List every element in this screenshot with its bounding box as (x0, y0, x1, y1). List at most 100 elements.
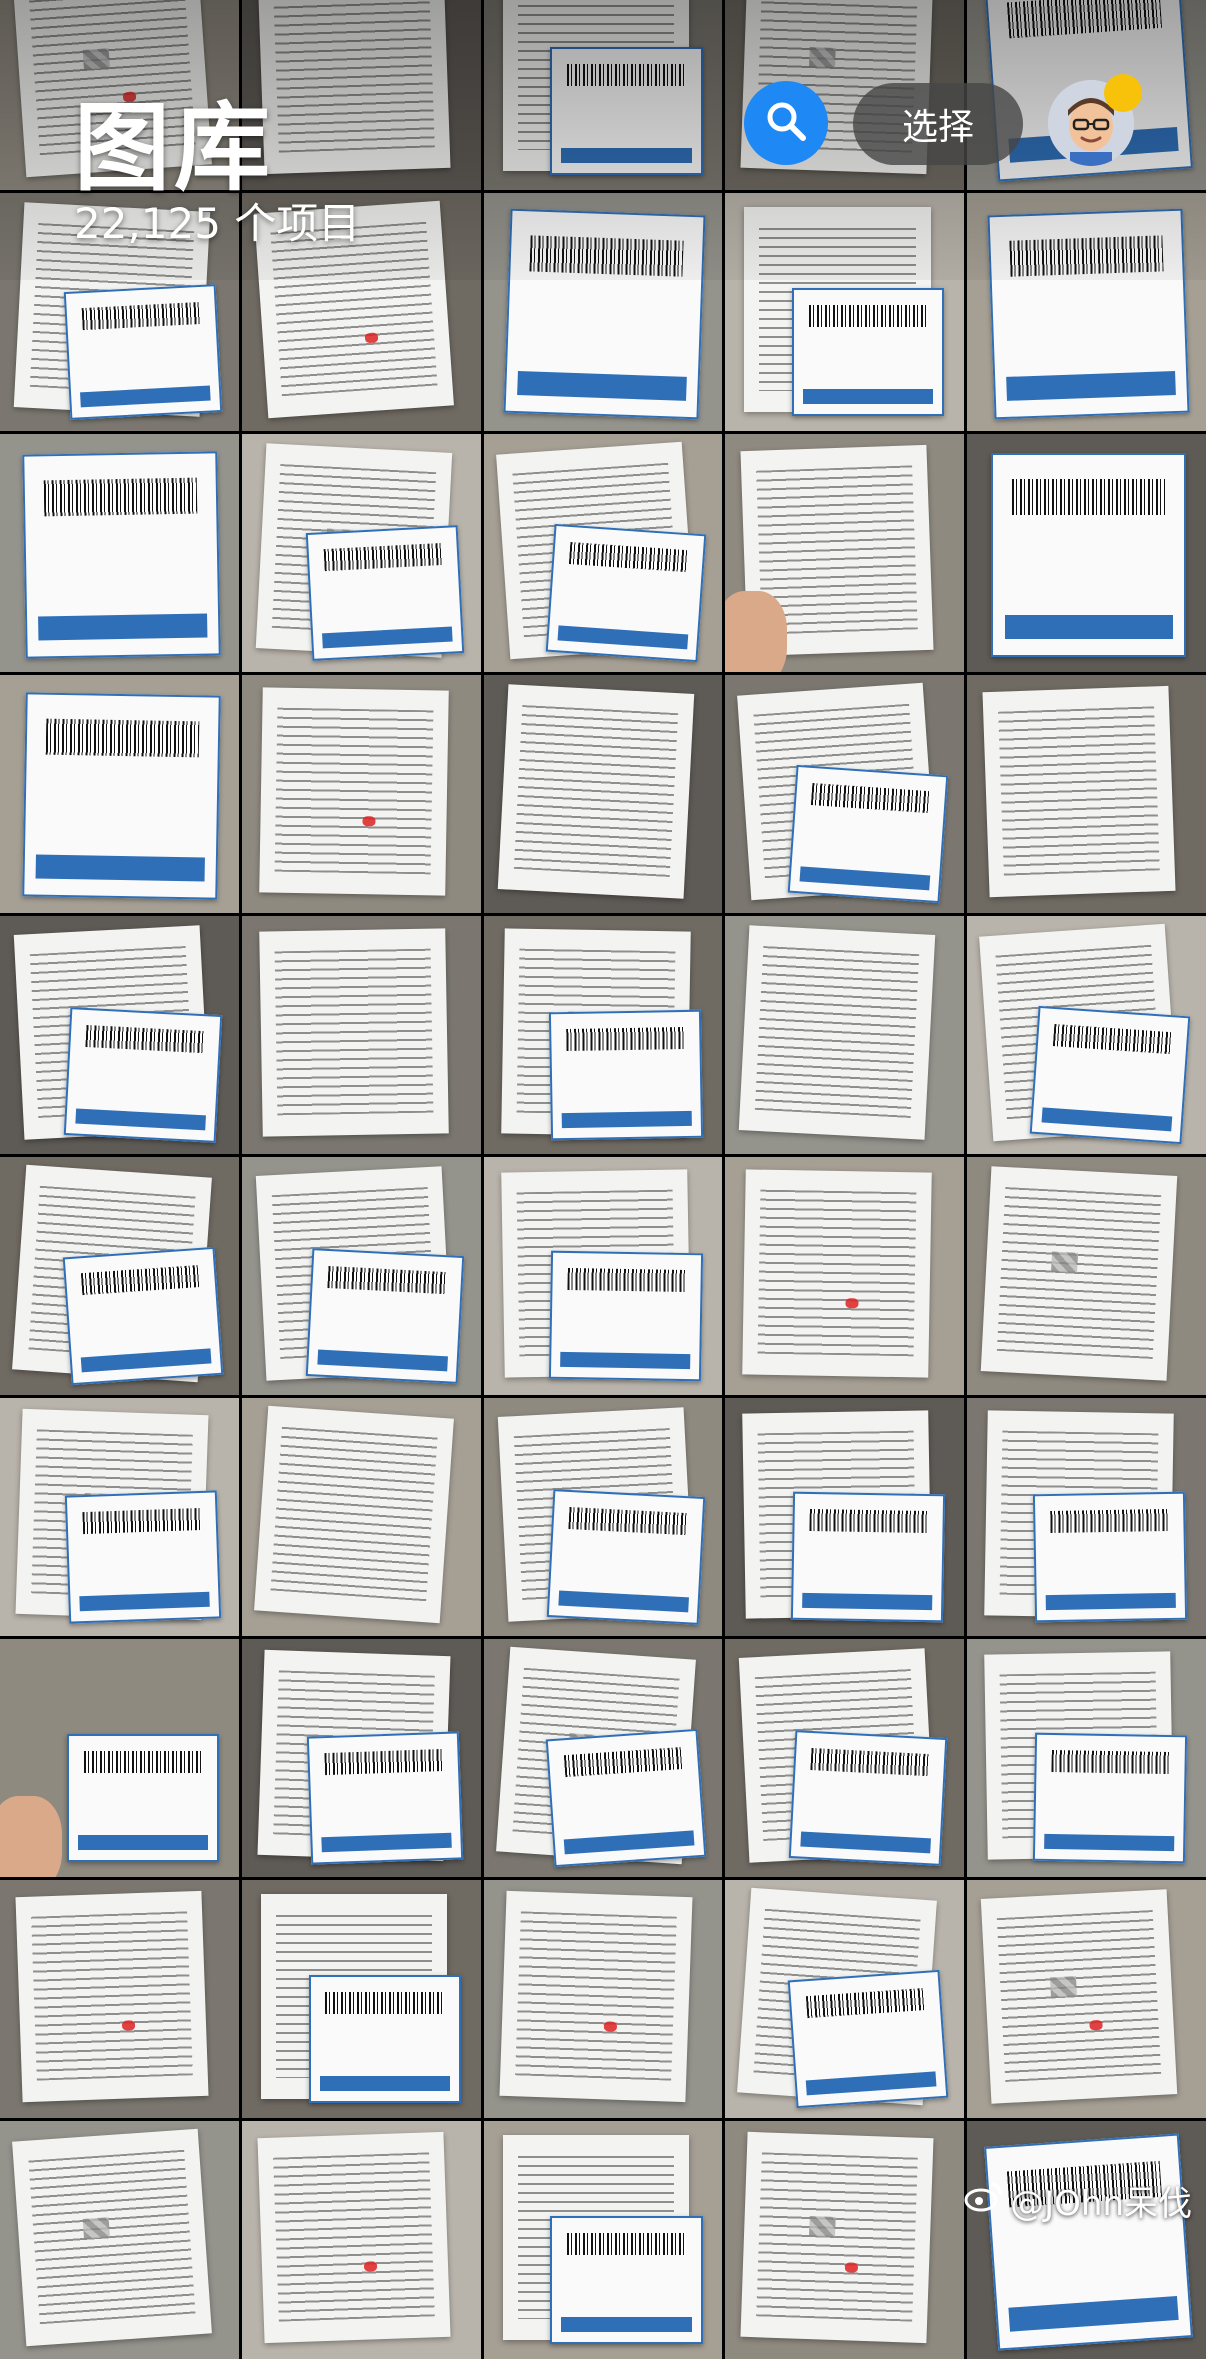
shipping-label (1029, 1006, 1191, 1145)
weibo-icon (964, 2180, 1004, 2221)
photo-thumbnail[interactable] (967, 675, 1206, 913)
shipping-label (550, 2216, 703, 2344)
photo-thumbnail[interactable] (483, 1639, 723, 1877)
shipping-label (550, 47, 703, 175)
shipping-label (549, 1250, 704, 1382)
shipping-label (66, 1734, 219, 1862)
photo-thumbnail[interactable] (241, 1880, 481, 2118)
pixelated-area (82, 48, 111, 71)
photo-thumbnail[interactable] (483, 1157, 723, 1395)
photo-thumbnail[interactable] (241, 916, 481, 1154)
photo-thumbnail[interactable] (0, 434, 239, 672)
document-sheet (15, 1891, 209, 2103)
shipping-label (787, 1970, 949, 2109)
page-title: 图库 (74, 92, 274, 204)
shipping-label (549, 1009, 704, 1141)
shipping-label (546, 1729, 707, 1868)
document-sheet (257, 2132, 451, 2344)
pixelated-area (809, 47, 837, 69)
document-sheet (981, 1166, 1178, 1381)
photo-thumbnail[interactable] (483, 0, 723, 190)
document-sheet (259, 928, 449, 1137)
photo-thumbnail[interactable] (241, 2121, 481, 2359)
shipping-label (22, 451, 221, 659)
shipping-label (987, 208, 1190, 420)
red-stamp (603, 2021, 618, 2033)
photo-thumbnail[interactable] (483, 1880, 723, 2118)
photo-thumbnail[interactable] (483, 1398, 723, 1636)
photo-grid (0, 0, 1206, 2359)
document-sheet (742, 1169, 933, 1378)
photo-thumbnail[interactable] (241, 1157, 481, 1395)
photo-thumbnail[interactable] (241, 675, 481, 913)
photo-thumbnail[interactable] (725, 1157, 965, 1395)
shipping-label (984, 2133, 1193, 2351)
photo-thumbnail[interactable] (483, 675, 723, 913)
photo-thumbnail[interactable] (0, 1639, 239, 1877)
search-icon (763, 98, 809, 148)
photo-thumbnail[interactable] (725, 193, 965, 431)
photo-thumbnail[interactable] (967, 1880, 1206, 2118)
photo-thumbnail[interactable] (967, 193, 1206, 431)
watermark: @JOhn呆伐 (964, 2176, 1192, 2225)
photo-thumbnail[interactable] (241, 0, 481, 190)
photo-thumbnail[interactable] (483, 434, 723, 672)
pixelated-area (82, 2217, 111, 2240)
document-sheet (497, 684, 695, 899)
hand (0, 1796, 63, 1877)
shipping-label (787, 765, 949, 904)
photo-thumbnail[interactable] (967, 1639, 1206, 1877)
photo-thumbnail[interactable] (725, 1639, 965, 1877)
shipping-label (503, 208, 706, 420)
shipping-label (63, 284, 223, 420)
hand (725, 591, 788, 672)
photo-thumbnail[interactable] (725, 2121, 965, 2359)
document-sheet (257, 0, 451, 175)
shipping-label (792, 288, 945, 416)
photo-thumbnail[interactable] (483, 2121, 723, 2359)
shipping-label (22, 692, 221, 900)
photo-thumbnail[interactable] (725, 675, 965, 913)
document-sheet (739, 925, 936, 1140)
search-button[interactable] (744, 81, 828, 165)
photo-thumbnail[interactable] (241, 1639, 481, 1877)
shipping-label (63, 1007, 223, 1143)
photo-thumbnail[interactable] (0, 916, 239, 1154)
photo-thumbnail[interactable] (725, 1398, 965, 1636)
shipping-label (1032, 1491, 1188, 1623)
photo-thumbnail[interactable] (967, 1398, 1206, 1636)
shipping-label (308, 1975, 461, 2103)
shipping-label (305, 1248, 464, 1384)
photo-thumbnail[interactable] (483, 193, 723, 431)
shipping-label (789, 1730, 948, 1866)
photo-thumbnail[interactable] (967, 916, 1206, 1154)
pixelated-area (1050, 1976, 1078, 1999)
shipping-label (791, 1491, 946, 1623)
photo-thumbnail[interactable] (241, 1398, 481, 1636)
document-sheet (499, 1891, 693, 2103)
select-button[interactable]: 选择 (853, 83, 1023, 165)
photo-thumbnail[interactable] (483, 916, 723, 1154)
item-count: 22,125 个项目 (74, 199, 361, 248)
photo-thumbnail[interactable] (0, 1157, 239, 1395)
shipping-label (306, 1731, 463, 1865)
photo-thumbnail[interactable] (725, 1880, 965, 2118)
document-sheet (12, 2129, 213, 2347)
photo-thumbnail[interactable] (0, 675, 239, 913)
photo-thumbnail[interactable] (0, 1880, 239, 2118)
photo-thumbnail[interactable] (725, 434, 965, 672)
photo-thumbnail[interactable] (241, 434, 481, 672)
photo-thumbnail[interactable] (0, 2121, 239, 2359)
shipping-label (305, 525, 464, 661)
shipping-label (64, 1490, 222, 1624)
photo-thumbnail[interactable] (0, 1398, 239, 1636)
shipping-label (547, 1489, 706, 1625)
photo-thumbnail[interactable] (725, 916, 965, 1154)
shipping-label (62, 1247, 224, 1386)
watermark-text: @JOhn呆伐 (1010, 2184, 1192, 2224)
photo-thumbnail[interactable] (967, 2121, 1206, 2359)
shipping-label (991, 453, 1187, 657)
photo-thumbnail[interactable] (967, 434, 1206, 672)
photo-thumbnail[interactable] (967, 1157, 1206, 1395)
shipping-label (1032, 1732, 1188, 1864)
